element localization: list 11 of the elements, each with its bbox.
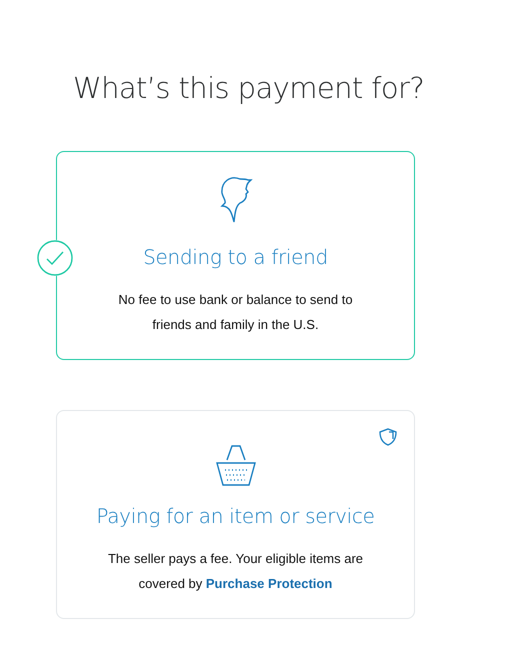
check-icon [37,240,73,276]
option-title: Sending to a friend [143,245,328,269]
option-title: Paying for an item or service [96,504,375,528]
page-title: What’s this payment for? [73,70,426,107]
purchase-protection-link[interactable]: Purchase Protection [206,576,332,591]
option-description: No fee to use bank or balance to send to friends and family in the U.S. [117,291,354,334]
shield-icon [378,427,398,447]
payment-option-card[interactable]: Paying for an item or service The seller pays a fee. Your eligible items are covered by Purchase Protection [56,410,415,619]
payment-option-card[interactable]: Sending to a friend No fee to use bank or balance to send to friends and family in the U.S. [56,151,415,360]
basket-icon [214,443,256,487]
option-description: The seller pays a fee. Your eligible items are covered by Purchase Protection [106,550,364,593]
